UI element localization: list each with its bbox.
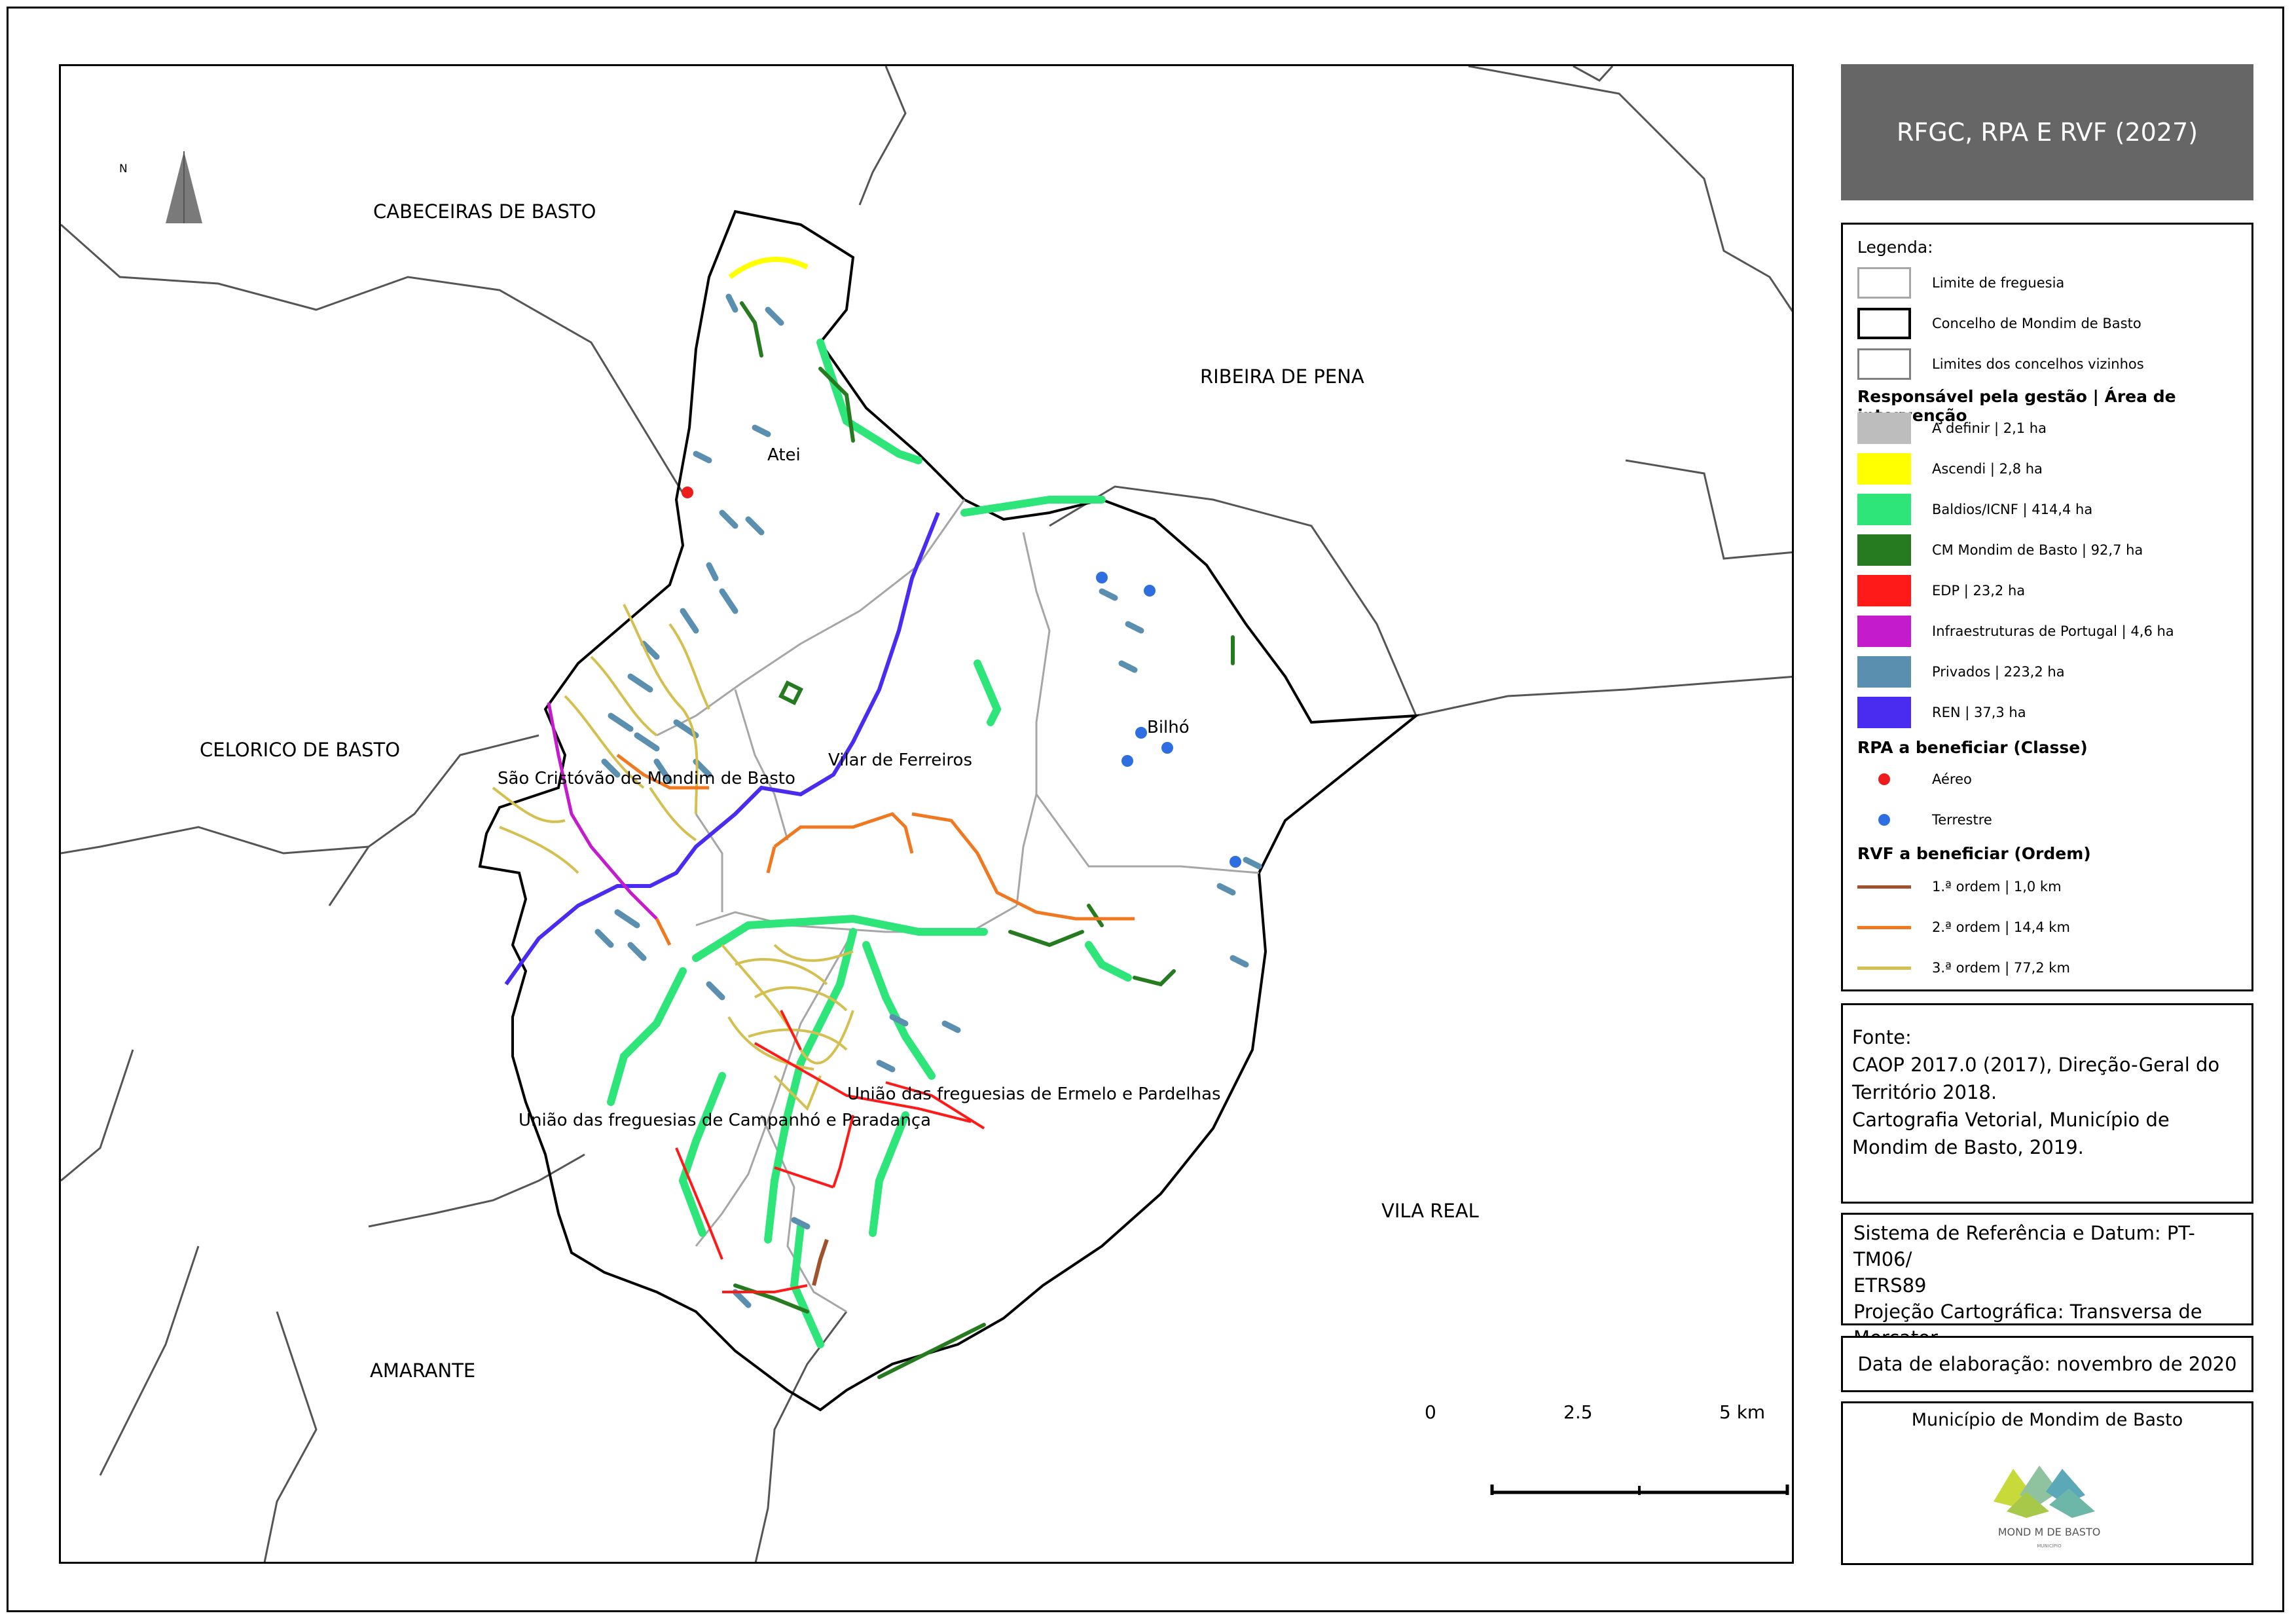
parish-limits [656,499,1260,1313]
neighbor-label-ribeira-de-pena: RIBEIRA DE PENA [1200,365,1364,388]
legend-swatch [1857,267,1911,299]
line-swatch [1857,966,1911,970]
legend-swatch [1857,656,1911,688]
source-line: Território 2018. [1852,1081,1997,1103]
legend-item-ren: REN | 37,3 ha [1857,695,2026,730]
source-line: Cartografia Vetorial, Município de [1852,1109,2170,1131]
legend-swatch [1857,697,1911,728]
legend-item-aereo: Aéreo [1857,762,1972,797]
legend-swatch [1857,453,1911,485]
ren-line [504,511,940,986]
legend-item-vizinhos: Limites dos concelhos vizinhos [1857,346,2144,382]
legend-swatch [1857,348,1911,380]
logo-text: MOND M DE BASTO [1998,1526,2101,1538]
rpa-aereo-point [682,487,693,498]
parish-label-campanho-paradanca: União das freguesias de Campanhó e Parad… [519,1111,932,1130]
edp-lines [675,1010,985,1293]
north-arrow-icon [166,151,202,223]
line-swatch [1857,885,1911,889]
legend-item-concelho: Concelho de Mondim de Basto [1857,306,2141,341]
parish-label-sao-cristovao: São Cristóvão de Mondim de Basto [498,769,795,788]
legend-item-privados: Privados | 223,2 ha [1857,654,2065,690]
municipality-logo-icon: MOND M DE BASTO MUNICÍPIO [1994,1466,2101,1549]
legend-item-3-ordem: 3.ª ordem | 77,2 km [1857,950,2070,986]
legend-swatch [1857,575,1911,606]
north-label: N [119,162,128,175]
legend-item-a-definir: A definir | 2,1 ha [1857,411,2047,446]
map-canvas [61,66,1792,1562]
scale-tick-5km: 5 km [1719,1401,1766,1423]
neighbor-label-cabeceiras: CABECEIRAS DE BASTO [373,200,596,223]
scale-tick-2-5: 2.5 [1563,1401,1593,1423]
parish-label-bilho: Bilhó [1147,718,1190,737]
parish-label-ermelo-pardelhas: União das freguesias de Ermelo e Pardelh… [847,1084,1221,1104]
legend-panel: Legenda: Limite de freguesia Concelho de… [1841,223,2253,991]
legend-swatch [1857,413,1911,444]
neighbor-label-vila-real: VILA REAL [1381,1200,1479,1222]
legend-swatch [1857,534,1911,566]
organization-panel: Município de Mondim de Basto MOND M DE B… [1841,1401,2253,1565]
source-line: CAOP 2017.0 (2017), Direção-Geral do [1852,1054,2220,1076]
map-frame [59,64,1794,1564]
legend-swatch [1857,308,1911,339]
legend-rvf-title: RVF a beneficiar (Ordem) [1857,844,2091,863]
logo-subtext: MUNICÍPIO [2037,1543,2062,1549]
legend-swatch [1857,616,1911,647]
legend-item-limite-freguesia: Limite de freguesia [1857,265,2064,301]
cm-mondim-strips [733,301,1235,1379]
map-title: RFGC, RPA E RVF (2027) [1896,118,2198,147]
source-panel: Fonte: CAOP 2017.0 (2017), Direção-Geral… [1841,1003,2253,1204]
line-swatch [1857,925,1911,929]
legend-item-edp: EDP | 23,2 ha [1857,573,2025,608]
scale-tick-0: 0 [1425,1401,1436,1423]
date-text: Data de elaboração: novembro de 2020 [1857,1353,2237,1375]
scale-bar [1488,1466,1792,1515]
legend-swatch [1857,494,1911,525]
legend-item-infraestruturas: Infraestruturas de Portugal | 4,6 ha [1857,614,2174,649]
neighbor-label-celorico: CELORICO DE BASTO [200,739,401,761]
organization-name: Município de Mondim de Basto [1911,1410,2183,1430]
srs-line: Projeção Cartográfica: Transversa de [1853,1301,2202,1323]
parish-label-vilar-de-ferreiros: Vilar de Ferreiros [828,750,972,770]
legend-rpa-title: RPA a beneficiar (Classe) [1857,738,2088,757]
neighbor-label-amarante: AMARANTE [370,1359,476,1382]
parish-label-atei: Atei [767,445,801,465]
title-panel: RFGC, RPA E RVF (2027) [1841,64,2253,200]
red-dot-icon [1878,773,1890,785]
rvf-3-ordem [492,604,854,1111]
srs-panel: Sistema de Referência e Datum: PT-TM06/ … [1841,1213,2253,1349]
srs-line: Sistema de Referência e Datum: PT-TM06/ [1853,1222,2195,1270]
source-line: Mondim de Basto, 2019. [1852,1136,2084,1158]
ascendi-arc [728,257,809,280]
legend-item-ascendi: Ascendi | 2,8 ha [1857,451,2043,487]
legend-item-terrestre: Terrestre [1857,802,1992,838]
blue-dot-icon [1878,814,1890,826]
source-line: Fonte: [1852,1026,1912,1048]
legend-item-1-ordem: 1.ª ordem | 1,0 km [1857,869,2062,904]
srs-line: ETRS89 [1853,1274,1927,1297]
legend-item-cm-mondim: CM Mondim de Basto | 92,7 ha [1857,532,2143,568]
date-panel: Data de elaboração: novembro de 2020 [1841,1336,2253,1392]
legend-item-2-ordem: 2.ª ordem | 14,4 km [1857,910,2070,945]
legend-item-baldios: Baldios/ICNF | 414,4 ha [1857,492,2092,527]
legend-heading: Legenda: [1857,238,1933,257]
rvf-1-ordem [812,1239,829,1286]
